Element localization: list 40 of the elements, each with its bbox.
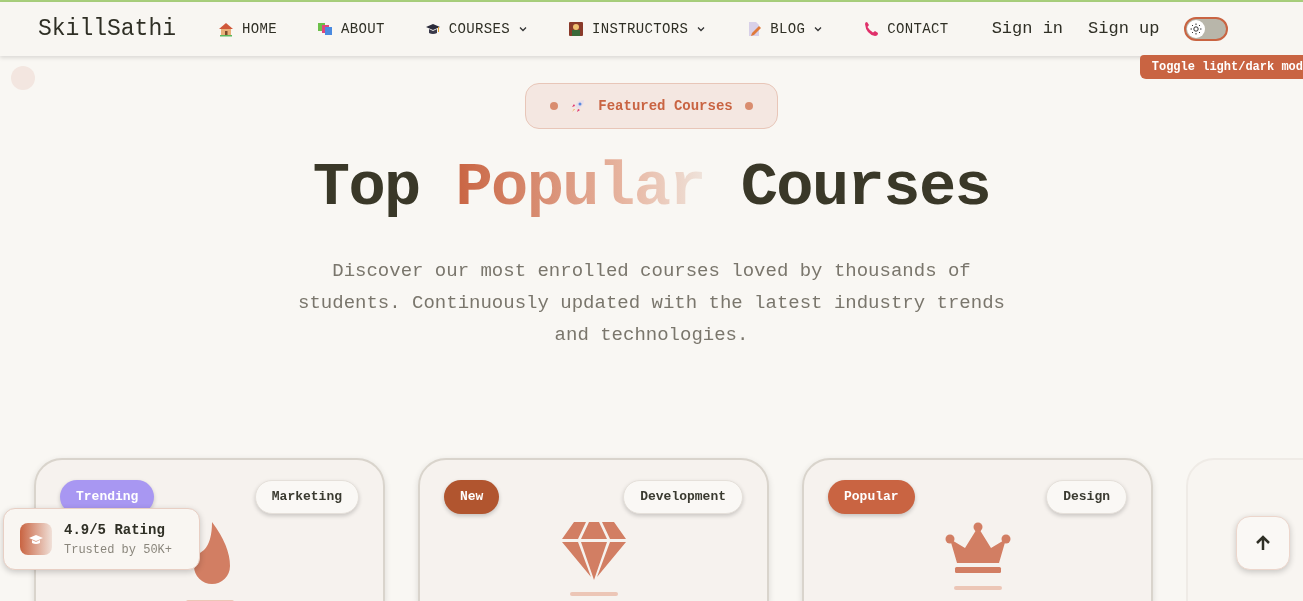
graduation-cap-icon <box>424 21 441 37</box>
phone-icon <box>863 21 880 37</box>
course-card[interactable]: New Development <box>418 458 769 601</box>
sun-icon <box>1190 23 1203 35</box>
theme-toggle[interactable] <box>1184 17 1229 41</box>
books-icon <box>317 21 334 37</box>
chevron-down-icon <box>813 24 824 34</box>
tooltip: Toggle light/dark mod <box>1139 55 1303 79</box>
nav-link[interactable]: ABOUT <box>317 18 385 40</box>
sign-in-link[interactable]: Sign in <box>991 16 1064 42</box>
course-tag: Popular <box>828 480 915 514</box>
chevron-down-icon <box>696 24 707 34</box>
rating-title: 4.9/5 Rating <box>64 520 166 540</box>
category-tag: Design <box>1046 480 1127 514</box>
graduation-cap-icon <box>20 523 52 555</box>
nav-link[interactable]: COURSES <box>424 18 529 40</box>
memo-icon <box>746 21 763 37</box>
section-label: Featured Courses <box>598 96 733 116</box>
accent-bar <box>953 586 1002 590</box>
course-card[interactable]: Popular Design <box>802 458 1153 601</box>
category-tag: Marketing <box>254 480 359 514</box>
sign-up-link[interactable]: Sign up <box>1088 16 1160 42</box>
house-icon <box>218 21 235 37</box>
diamond-icon <box>561 522 626 580</box>
rocket-icon <box>570 98 587 114</box>
accent-bar <box>569 592 618 596</box>
chevron-down-icon <box>518 24 529 34</box>
page-description: Discover our most enrolled courses loved by thousands of students. Continuously updated with the latest industry trends and technologies. <box>297 259 1006 348</box>
nav-link[interactable]: CONTACT <box>863 18 949 40</box>
brand-logo[interactable]: SkillSathi <box>38 11 177 47</box>
category-tag: Development <box>623 480 743 514</box>
course-tag: New <box>444 480 500 514</box>
crown-icon <box>944 522 1011 574</box>
page-heading: Top Popular Courses <box>312 157 991 219</box>
nav-link[interactable]: HOME <box>218 18 278 40</box>
scroll-top-button[interactable] <box>1236 516 1290 570</box>
rating-subtitle: Trusted by 50K+ <box>64 541 173 559</box>
nav-link[interactable]: BLOG <box>746 18 824 40</box>
teacher-icon <box>568 21 585 37</box>
nav-link[interactable]: INSTRUCTORS <box>568 18 707 40</box>
